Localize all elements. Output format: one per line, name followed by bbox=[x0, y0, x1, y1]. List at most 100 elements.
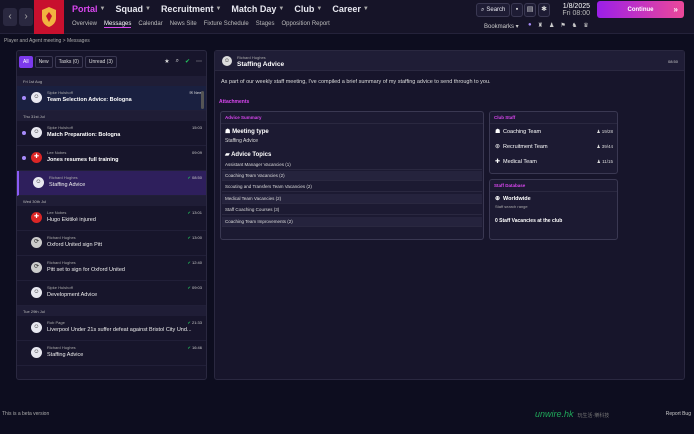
menu-club[interactable]: Club ▼ bbox=[294, 4, 322, 14]
menu-recruitment[interactable]: Recruitment ▼ bbox=[161, 4, 221, 14]
topic-row[interactable]: Medical Team Vacancies (2) bbox=[222, 194, 482, 204]
person-icon: ☺ bbox=[31, 287, 42, 298]
forward-icon[interactable]: › bbox=[19, 8, 33, 26]
filter-tasks[interactable]: Tasks (0) bbox=[54, 56, 83, 68]
message-time: ✔ 21:33 bbox=[187, 320, 203, 325]
check-icon: ✔ bbox=[187, 320, 191, 325]
vacancies-text: 0 Staff Vacancies at the club bbox=[495, 218, 563, 224]
person-icon: ☺ bbox=[31, 322, 42, 333]
medical-cross-icon: ✚ bbox=[495, 159, 501, 165]
cup-icon[interactable]: ♛ bbox=[583, 22, 588, 29]
main-menu: Portal ▼ Squad ▼ Recruitment ▼ Match Day ▼ C… bbox=[72, 4, 379, 14]
message-header: ☺ Richard Hughes Staffing Advice 08:50 bbox=[215, 51, 684, 71]
continue-button[interactable]: Continue» bbox=[597, 1, 684, 18]
staff-row-coaching[interactable]: ☗ Coaching Team ♟ 19/28 bbox=[495, 128, 613, 136]
filter-new[interactable]: New bbox=[34, 56, 53, 68]
tab-overview[interactable]: Overview bbox=[72, 21, 97, 28]
message-item[interactable]: ☺ Rob Page Liverpool Under 21s suffer defe… bbox=[17, 316, 206, 341]
message-time: ✔ 12:40 bbox=[187, 260, 203, 265]
advice-summary-title: Advice Summary bbox=[221, 112, 483, 124]
game-date: 1/8/2025 Fri 08:00 bbox=[562, 3, 590, 17]
message-time: ✔ 13:01 bbox=[187, 210, 203, 215]
message-item[interactable]: ☺ Sipke Hulshoff Development Advice ✔ 09:03 bbox=[17, 281, 206, 306]
team-icon[interactable]: ♞ bbox=[572, 22, 577, 29]
message-subject: Hugo Ekitiké injured bbox=[47, 217, 96, 223]
message-item[interactable]: ☺ Richard Hughes Staffing Advice ✔ 08:50 bbox=[17, 171, 206, 196]
tab-calendar[interactable]: Calendar bbox=[138, 21, 162, 28]
message-time: ✔ 08:50 bbox=[187, 175, 203, 180]
topic-row[interactable]: Coaching Team Improvements (2) bbox=[222, 217, 482, 227]
inbox-panel: All New Tasks (0) Unread (3) ★ ⌕ ✔ ⋯ Fri… bbox=[16, 50, 207, 380]
message-item[interactable]: ☺ Richard Hughes Staffing Advice ✔ 16:46 bbox=[17, 341, 206, 366]
menu-squad[interactable]: Squad ▼ bbox=[115, 4, 150, 14]
sub-menu: Overview Messages Calendar News Site Fix… bbox=[72, 21, 330, 28]
message-item[interactable]: ☺ Sipke Hulshoff Match Preparation: Bologn… bbox=[17, 121, 206, 146]
message-item[interactable]: ⟳ Richard Hughes Oxford United sign Pitt ✔ … bbox=[17, 231, 206, 256]
star-icon[interactable]: ★ bbox=[164, 58, 169, 65]
report-bug-button[interactable]: Report Bug bbox=[666, 411, 691, 417]
binoculars-icon: ⊛ bbox=[495, 144, 501, 150]
speech-icon: ▰ bbox=[225, 152, 230, 158]
breadcrumb[interactable]: Player and Agent meeting > Messages bbox=[4, 38, 90, 44]
message-title: Staffing Advice bbox=[237, 61, 285, 68]
message-sender: Richard Hughes bbox=[47, 345, 76, 350]
club-crest[interactable] bbox=[34, 0, 64, 34]
message-panel: ☺ Richard Hughes Staffing Advice 08:50 A… bbox=[214, 50, 685, 380]
message-item[interactable]: ☺ Sipke Hulshoff Team Selection Advice: Bo… bbox=[17, 86, 206, 111]
gear-icon[interactable]: ✱ bbox=[538, 3, 550, 17]
topic-row[interactable]: Scouting and Transfers Team Vacancies (2… bbox=[222, 182, 482, 192]
staff-database-card: Staff Database ⊕ Worldwide Staff search r… bbox=[489, 179, 618, 240]
bookmarks-dropdown[interactable]: Bookmarks ▾ bbox=[484, 23, 519, 30]
tab-messages[interactable]: Messages bbox=[104, 21, 132, 28]
message-sender: Sipke Hulshoff bbox=[47, 125, 73, 130]
staff-row-medical[interactable]: ✚ Medical Team ♟ 11/15 bbox=[495, 158, 613, 166]
message-item[interactable]: ✚ Lee Nobes Jones resumes full training 09:… bbox=[17, 146, 206, 171]
notebook-icon[interactable]: ▪ bbox=[511, 3, 523, 17]
search-region[interactable]: ⊕ Worldwide bbox=[495, 195, 613, 203]
shirt-icon[interactable]: ♟ bbox=[549, 22, 554, 29]
message-time: ✔ 13:00 bbox=[187, 235, 203, 240]
message-time: ✔ 09:03 bbox=[187, 285, 203, 290]
staff-row-recruitment[interactable]: ⊛ Recruitment Team ♟ 39/44 bbox=[495, 143, 613, 151]
advice-topics-heading: ▰ Advice Topics bbox=[225, 152, 272, 158]
check-icon: ✔ bbox=[187, 285, 191, 290]
inbox-icon[interactable]: ▤ bbox=[524, 3, 536, 17]
message-sender: Richard Hughes bbox=[49, 175, 78, 180]
back-icon[interactable]: ‹ bbox=[3, 8, 17, 26]
filter-unread[interactable]: Unread (3) bbox=[84, 56, 117, 68]
message-list: Fri 1st Aug ☺ Sipke Hulshoff Team Selection… bbox=[17, 76, 206, 379]
more-icon[interactable]: ⋯ bbox=[196, 58, 202, 65]
message-subject: Oxford United sign Pitt bbox=[47, 242, 103, 248]
tab-fixture-schedule[interactable]: Fixture Schedule bbox=[204, 21, 249, 28]
message-subject: Pitt set to sign for Oxford United bbox=[47, 267, 125, 273]
menu-portal[interactable]: Portal ▼ bbox=[72, 4, 105, 14]
message-sender: Richard Hughes bbox=[47, 260, 76, 265]
check-icon[interactable]: ✔ bbox=[185, 58, 190, 65]
menu-match-day[interactable]: Match Day ▼ bbox=[231, 4, 284, 14]
staff-database-title: Staff Database bbox=[490, 180, 617, 192]
notification-icon[interactable]: ● bbox=[528, 22, 532, 29]
topic-row[interactable]: Assistant Manager Vacancies (1) bbox=[222, 160, 482, 170]
message-from: Richard Hughes bbox=[237, 55, 266, 60]
search-icon[interactable]: ⌕ bbox=[176, 58, 179, 65]
message-item[interactable]: ⟳ Richard Hughes Pitt set to sign for Oxfo… bbox=[17, 256, 206, 281]
search-button[interactable]: ⌕ Search bbox=[476, 3, 510, 17]
message-subject: Staffing Advice bbox=[47, 352, 84, 358]
message-subject: Development Advice bbox=[47, 292, 98, 298]
tactics-icon[interactable]: ⚑ bbox=[560, 22, 565, 29]
club-staff-card: Club Staff ☗ Coaching Team ♟ 19/28 ⊛ Recrui… bbox=[489, 111, 618, 174]
menu-career[interactable]: Career ▼ bbox=[332, 4, 368, 14]
trophy-icon[interactable]: ♜ bbox=[538, 22, 543, 29]
message-item[interactable]: ✚ Lee Nobes Hugo Ekitiké injured ✔ 13:01 bbox=[17, 206, 206, 231]
scrollbar[interactable] bbox=[201, 91, 204, 109]
inbox-actions: ★ ⌕ ✔ ⋯ bbox=[164, 58, 202, 65]
tab-news-site[interactable]: News Site bbox=[170, 21, 197, 28]
globe-icon: ⊕ bbox=[495, 196, 501, 202]
tab-opposition-report[interactable]: Opposition Report bbox=[281, 21, 329, 28]
topic-row[interactable]: Coaching Team Vacancies (2) bbox=[222, 171, 482, 181]
filter-all[interactable]: All bbox=[19, 56, 33, 68]
transfer-icon: ⟳ bbox=[31, 237, 42, 248]
tab-stages[interactable]: Stages bbox=[256, 21, 275, 28]
topic-row[interactable]: Staff Coaching Courses (3) bbox=[222, 205, 482, 215]
meeting-type-heading: ☗ Meeting type bbox=[225, 129, 269, 135]
